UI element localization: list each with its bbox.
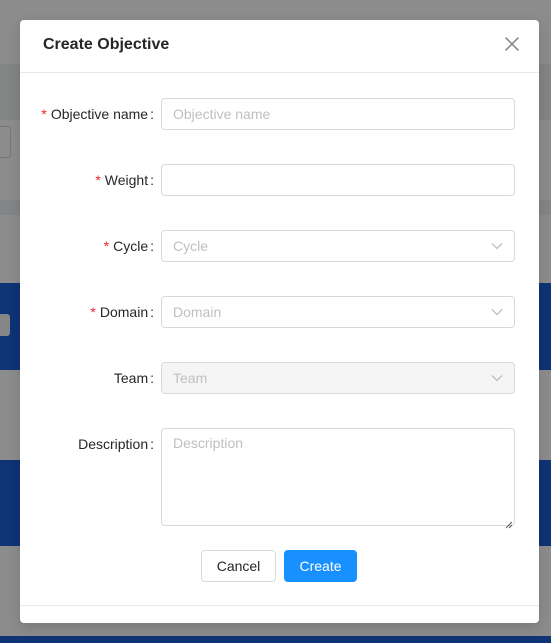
label-colon: : <box>150 172 154 188</box>
description-textarea[interactable] <box>162 429 514 525</box>
resize-grip-icon[interactable] <box>505 516 513 529</box>
description-label: Description: <box>78 428 154 460</box>
cycle-select[interactable]: Cycle <box>161 230 515 262</box>
objective-name-label-text: Objective name <box>50 106 149 122</box>
description-field <box>161 428 515 529</box>
required-mark: * <box>103 238 110 254</box>
close-icon[interactable] <box>505 37 519 51</box>
modal-header: Create Objective <box>20 20 539 73</box>
weight-label: * Weight: <box>95 164 154 196</box>
description-label-text: Description <box>78 436 149 452</box>
label-colon: : <box>150 304 154 320</box>
objective-name-input[interactable] <box>162 99 514 129</box>
team-label-text: Team <box>113 370 149 386</box>
label-colon: : <box>150 238 154 254</box>
objective-name-field <box>161 98 515 130</box>
required-mark: * <box>90 304 96 320</box>
team-select[interactable]: Team <box>161 362 515 394</box>
label-colon: : <box>150 436 154 452</box>
chevron-down-icon <box>491 241 503 251</box>
cycle-label-text: Cycle <box>113 238 149 254</box>
create-button[interactable]: Create <box>284 550 357 582</box>
weight-field <box>161 164 515 196</box>
cancel-button[interactable]: Cancel <box>201 550 276 582</box>
chevron-down-icon <box>491 307 503 317</box>
modal-title: Create Objective <box>43 36 170 53</box>
create-objective-modal: Create Objective *Objective name: *Weigh… <box>20 20 539 623</box>
required-mark: * <box>95 172 101 188</box>
modal-footer-divider <box>20 605 539 606</box>
required-mark: * <box>41 106 47 122</box>
domain-label-text: Domain <box>99 304 149 320</box>
weight-input[interactable] <box>162 165 514 195</box>
domain-placeholder: Domain <box>173 304 222 320</box>
label-colon: : <box>150 106 154 122</box>
team-label: Team: <box>114 362 154 394</box>
cycle-label: * Cycle: <box>104 230 154 262</box>
label-colon: : <box>150 370 154 386</box>
weight-label-text: Weight <box>104 172 149 188</box>
objective-name-label: * Objective name: <box>41 98 154 130</box>
domain-label: * Domain: <box>90 296 154 328</box>
cycle-placeholder: Cycle <box>173 238 209 254</box>
team-placeholder: Team <box>173 370 208 386</box>
chevron-down-icon <box>491 373 503 383</box>
domain-select[interactable]: Domain <box>161 296 515 328</box>
